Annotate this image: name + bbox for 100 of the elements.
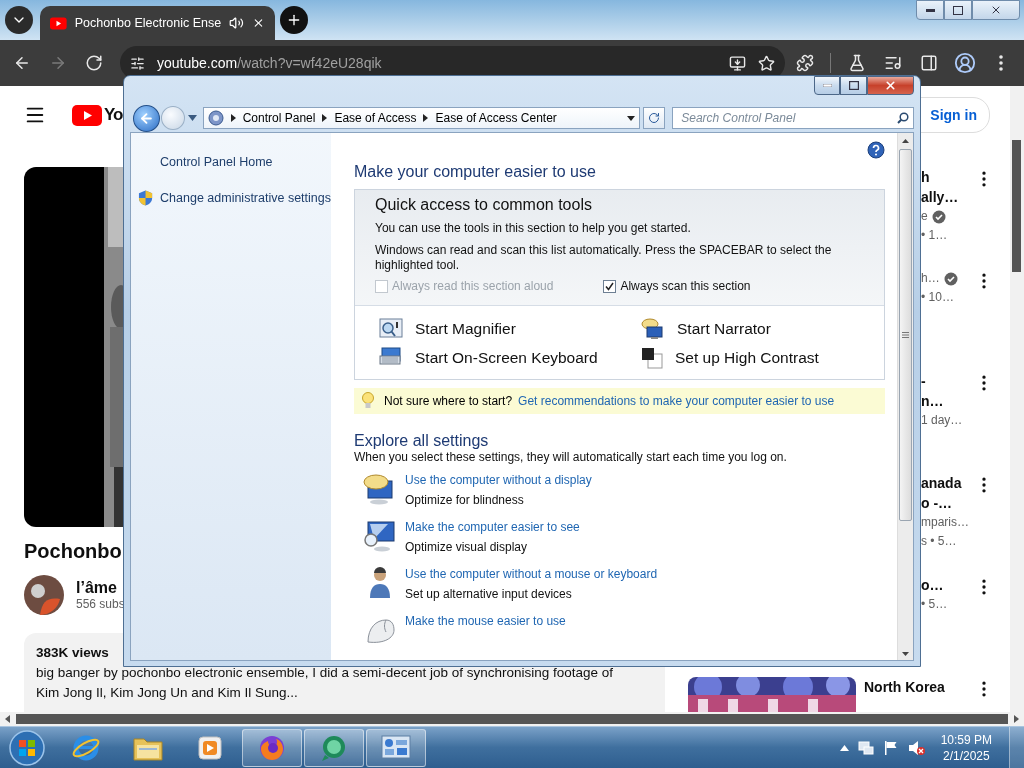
- section-text: When you select these settings, they will automatically start each time you log on.: [354, 450, 788, 464]
- setting-description: Optimize visual display: [405, 540, 529, 554]
- breadcrumb-item[interactable]: Control Panel: [242, 111, 316, 125]
- search-field[interactable]: Search Control Panel: [672, 107, 914, 129]
- minimize-button[interactable]: [916, 0, 944, 20]
- setting-link[interactable]: Use the computer without a mouse or keyboard: [405, 567, 658, 581]
- bookmark-star-icon[interactable]: [758, 54, 775, 72]
- view-count: 383K views: [36, 644, 110, 662]
- task-link[interactable]: Change administrative settings: [160, 191, 331, 205]
- speech-monitor-icon: [362, 473, 396, 505]
- speaking-computer-icon: [641, 318, 665, 340]
- video-title[interactable]: ally…: [921, 187, 974, 207]
- back-icon: [13, 54, 31, 72]
- setting-link[interactable]: Make the computer easier to see: [405, 520, 580, 534]
- video-title[interactable]: North Korea: [864, 677, 974, 697]
- close-icon[interactable]: [252, 16, 265, 30]
- channel-name[interactable]: l’âme: [76, 579, 125, 597]
- chevron-icon: [423, 114, 429, 122]
- refresh-button[interactable]: [643, 107, 666, 129]
- setting-description: Optimize for blindness: [405, 493, 525, 507]
- dropdown-icon[interactable]: [627, 115, 636, 121]
- taskbar-button[interactable]: [304, 728, 364, 767]
- chevron-icon: [322, 114, 328, 122]
- scroll-right-icon[interactable]: [1012, 715, 1020, 723]
- network-icon[interactable]: [857, 739, 874, 756]
- checkbox[interactable]: Always scan this section: [603, 279, 751, 293]
- search-placeholder: Search Control Panel: [681, 111, 797, 125]
- page-heading: Make your computer easier to use: [354, 163, 597, 181]
- monitor-magnifier-icon: [362, 520, 396, 552]
- tool-link[interactable]: Set up High Contrast: [675, 349, 819, 367]
- breadcrumb-bar[interactable]: Control Panel Ease of Access Ease of Access Center: [202, 107, 641, 129]
- horizontal-scrollbar[interactable]: [0, 712, 1024, 726]
- url-text: youtube.com/watch?v=wf42eU28qik: [157, 55, 383, 71]
- tab-title: Pochonbo Electronic Ense: [74, 16, 222, 30]
- video-site-icon: [50, 16, 67, 30]
- flask-icon: [848, 54, 866, 72]
- help-icon[interactable]: [867, 141, 885, 159]
- section-text: Windows can read and scan this list automatically. Press the SPACEBAR to select the highlighted tool.: [375, 243, 833, 273]
- video-title[interactable]: n…: [921, 391, 974, 411]
- video-title[interactable]: o…: [921, 575, 974, 595]
- clock-date[interactable]: 2/1/2025: [942, 747, 990, 764]
- forward-icon: [49, 54, 67, 72]
- start-button[interactable]: [8, 728, 46, 767]
- channel-avatar: [24, 575, 64, 615]
- control-panel-icon: [207, 110, 224, 126]
- minimize-button[interactable]: [814, 76, 840, 95]
- clock-time[interactable]: 10:59 PM: [940, 731, 992, 748]
- taskbar-button[interactable]: [242, 728, 302, 767]
- scrollbar[interactable]: [1010, 86, 1024, 712]
- video-title[interactable]: -: [921, 371, 974, 391]
- menu-dots-icon: [999, 55, 1003, 71]
- close-button[interactable]: [867, 76, 914, 95]
- back-icon: [138, 110, 154, 126]
- video-title[interactable]: h: [921, 167, 974, 187]
- scrollbar[interactable]: [897, 133, 913, 660]
- video-title[interactable]: anada: [921, 473, 974, 493]
- logo-text: Yo: [104, 105, 123, 125]
- recommendations-link[interactable]: Get recommendations to make your computer easier to use: [518, 394, 835, 408]
- taskbar-button[interactable]: [366, 728, 426, 767]
- section-heading: Explore all settings: [354, 432, 490, 450]
- video-meta: • 5…: [921, 596, 948, 613]
- video-title[interactable]: o -…: [921, 493, 974, 513]
- scroll-down-icon[interactable]: [902, 652, 909, 656]
- channel-name: h…: [921, 270, 940, 287]
- flag-icon[interactable]: [882, 739, 899, 756]
- reload-icon: [85, 54, 103, 72]
- refresh-icon: [648, 112, 661, 124]
- speaker-muted-icon[interactable]: [907, 739, 926, 756]
- check-icon: [605, 281, 615, 291]
- setting-link[interactable]: Make the mouse easier to use: [405, 614, 566, 628]
- task-link[interactable]: Control Panel Home: [160, 155, 273, 169]
- play-logo-icon: [72, 104, 102, 126]
- breadcrumb-item[interactable]: Ease of Access Center: [435, 111, 557, 125]
- install-app-icon[interactable]: [729, 54, 746, 72]
- browser-tab[interactable]: Pochonbo Electronic Ense: [40, 6, 275, 40]
- channel-name: mparis…: [921, 514, 969, 531]
- new-tab-button[interactable]: [280, 6, 308, 34]
- breadcrumb-item[interactable]: Ease of Access: [334, 111, 417, 125]
- side-panel-icon: [920, 54, 938, 72]
- back-button[interactable]: [133, 104, 160, 132]
- setting-link[interactable]: Use the computer without a display: [405, 473, 592, 487]
- tab-search-button[interactable]: [5, 6, 33, 34]
- maximize-button[interactable]: [840, 76, 867, 95]
- tool-link[interactable]: Start Magnifier: [415, 320, 516, 338]
- tool-link[interactable]: Start Narrator: [677, 320, 771, 338]
- site-info-icon[interactable]: [130, 55, 145, 71]
- tool-link[interactable]: Start On-Screen Keyboard: [415, 349, 598, 367]
- show-hidden-icons-icon[interactable]: [839, 744, 849, 751]
- maximize-icon: [848, 81, 859, 90]
- video-meta: • 1…: [921, 227, 948, 244]
- scroll-left-icon[interactable]: [4, 715, 12, 723]
- scroll-up-icon[interactable]: [902, 139, 909, 143]
- media-player-icon: [197, 734, 223, 761]
- recent-pages-icon[interactable]: [187, 115, 197, 121]
- section-text: You can use the tools in this section to help you get started.: [375, 221, 692, 236]
- light-bulb-icon: [362, 392, 374, 410]
- video-meta: 1 day…: [921, 412, 963, 429]
- plus-icon: [286, 12, 302, 28]
- maximize-button[interactable]: [944, 0, 972, 20]
- music-list-icon: [884, 54, 902, 72]
